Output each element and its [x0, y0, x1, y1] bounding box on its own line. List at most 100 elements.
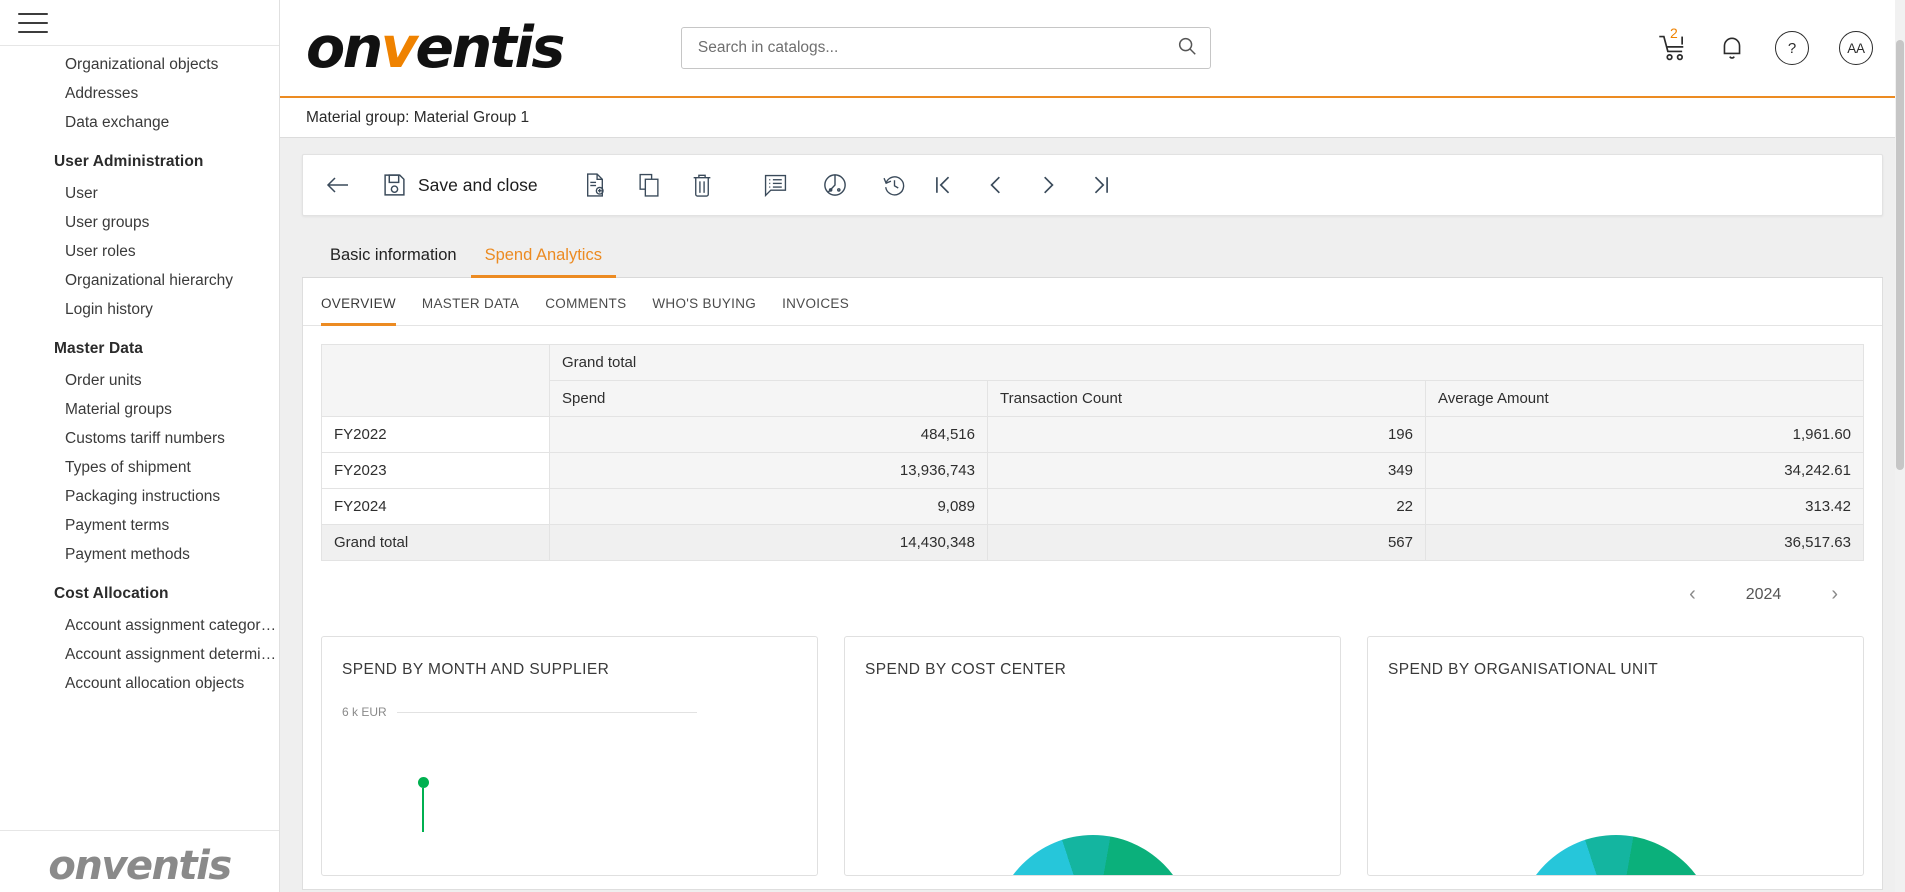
table-row: FY2022484,5161961,961.60	[322, 417, 1864, 453]
pivot-group-row: Grand total	[322, 345, 1864, 381]
comment-list-icon[interactable]	[764, 174, 787, 197]
pivot-column-header: Transaction Count	[988, 381, 1426, 417]
subtab-who-s-buying[interactable]: WHO'S BUYING	[652, 296, 756, 326]
sidebar-item-user[interactable]: User	[0, 179, 279, 208]
tab-spend-analytics[interactable]: Spend Analytics	[471, 238, 616, 278]
card-spend-by-cost-center[interactable]: SPEND BY COST CENTER	[844, 636, 1341, 876]
card-spend-by-organisational-unit[interactable]: SPEND BY ORGANISATIONAL UNIT	[1367, 636, 1864, 876]
trash-icon[interactable]	[692, 173, 712, 197]
sidebar-item-organizational-objects[interactable]: Organizational objects	[0, 50, 279, 79]
sidebar-item-packaging-instructions[interactable]: Packaging instructions	[0, 482, 279, 511]
cell-transaction-count: 196	[988, 417, 1426, 453]
sub-tabs[interactable]: OVERVIEW MASTER DATA COMMENTS WHO'S BUYING I…	[303, 278, 1882, 326]
cell-transaction-count: 22	[988, 489, 1426, 525]
spend-analytics-panel: OVERVIEW MASTER DATA COMMENTS WHO'S BUYING I…	[302, 278, 1883, 890]
chart-axis: 6 k EUR	[342, 705, 797, 719]
main-tabs[interactable]: Basic informationSpend Analytics	[302, 238, 1883, 278]
sidebar-item-customs-tariff-numbers[interactable]: Customs tariff numbers	[0, 424, 279, 453]
copy-icon[interactable]	[638, 173, 660, 197]
last-page-icon[interactable]	[1092, 175, 1110, 195]
sidebar-item-user-roles[interactable]: User roles	[0, 237, 279, 266]
donut-ring	[1516, 835, 1716, 875]
sidebar-item-account-assignment-determina[interactable]: Account assignment determina...	[0, 640, 279, 669]
cell-spend: 9,089	[550, 489, 988, 525]
pivot-group-header: Grand total	[550, 345, 1864, 381]
cell-transaction-count: 349	[988, 453, 1426, 489]
app-root: Organizational objectsAddressesData exch…	[0, 0, 1905, 892]
scrollbar-thumb[interactable]	[1896, 40, 1904, 470]
sidebar-item-material-groups[interactable]: Material groups	[0, 395, 279, 424]
sidebar-item-account-allocation-objects[interactable]: Account allocation objects	[0, 669, 279, 698]
action-toolbar: Save and close	[302, 154, 1883, 216]
sidebar-item-addresses[interactable]: Addresses	[0, 79, 279, 108]
tab-basic-information[interactable]: Basic information	[316, 238, 471, 278]
sidebar-header	[0, 0, 279, 46]
save-and-close-label: Save and close	[418, 175, 538, 196]
card-title: SPEND BY COST CENTER	[865, 661, 1320, 679]
sidebar-item-data-exchange[interactable]: Data exchange	[0, 108, 279, 137]
sidebar-item-types-of-shipment[interactable]: Types of shipment	[0, 453, 279, 482]
row-label: FY2023	[322, 453, 550, 489]
record-pager	[934, 175, 1110, 195]
year-value: 2024	[1746, 586, 1782, 604]
search-icon[interactable]	[1176, 35, 1198, 62]
avatar[interactable]: AA	[1839, 31, 1873, 65]
year-next-button[interactable]: ›	[1831, 583, 1838, 606]
card-spend-by-month-and-supplier[interactable]: SPEND BY MONTH AND SUPPLIER 6 k EUR	[321, 636, 818, 876]
bell-icon[interactable]	[1719, 34, 1745, 62]
subtab-overview[interactable]: OVERVIEW	[321, 296, 396, 326]
sidebar-item-organizational-hierarchy[interactable]: Organizational hierarchy	[0, 266, 279, 295]
header-actions: 2 ? AA	[1657, 31, 1881, 65]
data-point-stem	[422, 788, 424, 832]
brand-prefix: on	[306, 15, 381, 81]
workflow-icon[interactable]	[823, 173, 847, 197]
search-box[interactable]	[681, 27, 1211, 69]
row-label: Grand total	[322, 525, 550, 561]
main-region: onventis 2	[280, 0, 1905, 892]
previous-page-icon[interactable]	[988, 175, 1004, 195]
gridline	[397, 712, 697, 713]
cell-average-amount: 1,961.60	[1426, 417, 1864, 453]
sidebar-footer: onventis	[0, 830, 279, 892]
toolbar-actions	[584, 173, 712, 197]
chart-cards: SPEND BY MONTH AND SUPPLIER 6 k EUR	[321, 606, 1864, 876]
breadcrumb: Material group: Material Group 1	[280, 98, 1905, 138]
cell-spend: 13,936,743	[550, 453, 988, 489]
year-prev-button[interactable]: ‹	[1689, 583, 1696, 606]
search-input[interactable]	[696, 38, 1176, 58]
lollipop-datapoint	[418, 777, 429, 832]
hamburger-icon[interactable]	[18, 13, 48, 33]
shopping-cart-icon[interactable]: 2	[1657, 33, 1689, 63]
new-document-icon[interactable]	[584, 173, 606, 197]
subtab-master-data[interactable]: MASTER DATA	[422, 296, 519, 326]
table-row: FY20249,08922313.42	[322, 489, 1864, 525]
cell-spend: 14,430,348	[550, 525, 988, 561]
spend-pivot-table: Grand total SpendTransaction CountAverag…	[321, 344, 1864, 561]
content-area: Save and close	[280, 138, 1905, 892]
first-page-icon[interactable]	[934, 175, 952, 195]
vertical-scrollbar[interactable]	[1895, 0, 1905, 892]
sidebar-item-user-groups[interactable]: User groups	[0, 208, 279, 237]
question-mark-icon[interactable]: ?	[1775, 31, 1809, 65]
donut-chart-org-unit	[1516, 835, 1716, 875]
subtab-invoices[interactable]: INVOICES	[782, 296, 849, 326]
cell-average-amount: 34,242.61	[1426, 453, 1864, 489]
sidebar-group-title: Master Data	[0, 324, 279, 366]
save-and-close-button[interactable]: Save and close	[383, 173, 538, 197]
arrow-left-icon[interactable]	[325, 174, 351, 196]
sidebar-item-account-assignment-categories[interactable]: Account assignment categories	[0, 611, 279, 640]
sidebar-nav[interactable]: Organizational objectsAddressesData exch…	[0, 46, 279, 830]
subtab-comments[interactable]: COMMENTS	[545, 296, 626, 326]
onventis-logo[interactable]: onventis	[306, 20, 563, 77]
history-clock-icon[interactable]	[883, 174, 906, 197]
sidebar-item-order-units[interactable]: Order units	[0, 366, 279, 395]
sidebar-item-login-history[interactable]: Login history	[0, 295, 279, 324]
brand-accent: v	[381, 15, 416, 81]
breadcrumb-text: Material group: Material Group 1	[306, 109, 529, 127]
sidebar-item-payment-terms[interactable]: Payment terms	[0, 511, 279, 540]
next-page-icon[interactable]	[1040, 175, 1056, 195]
sidebar-item-payment-methods[interactable]: Payment methods	[0, 540, 279, 569]
pivot-column-header: Spend	[550, 381, 988, 417]
table-row: FY202313,936,74334934,242.61	[322, 453, 1864, 489]
cell-average-amount: 313.42	[1426, 489, 1864, 525]
